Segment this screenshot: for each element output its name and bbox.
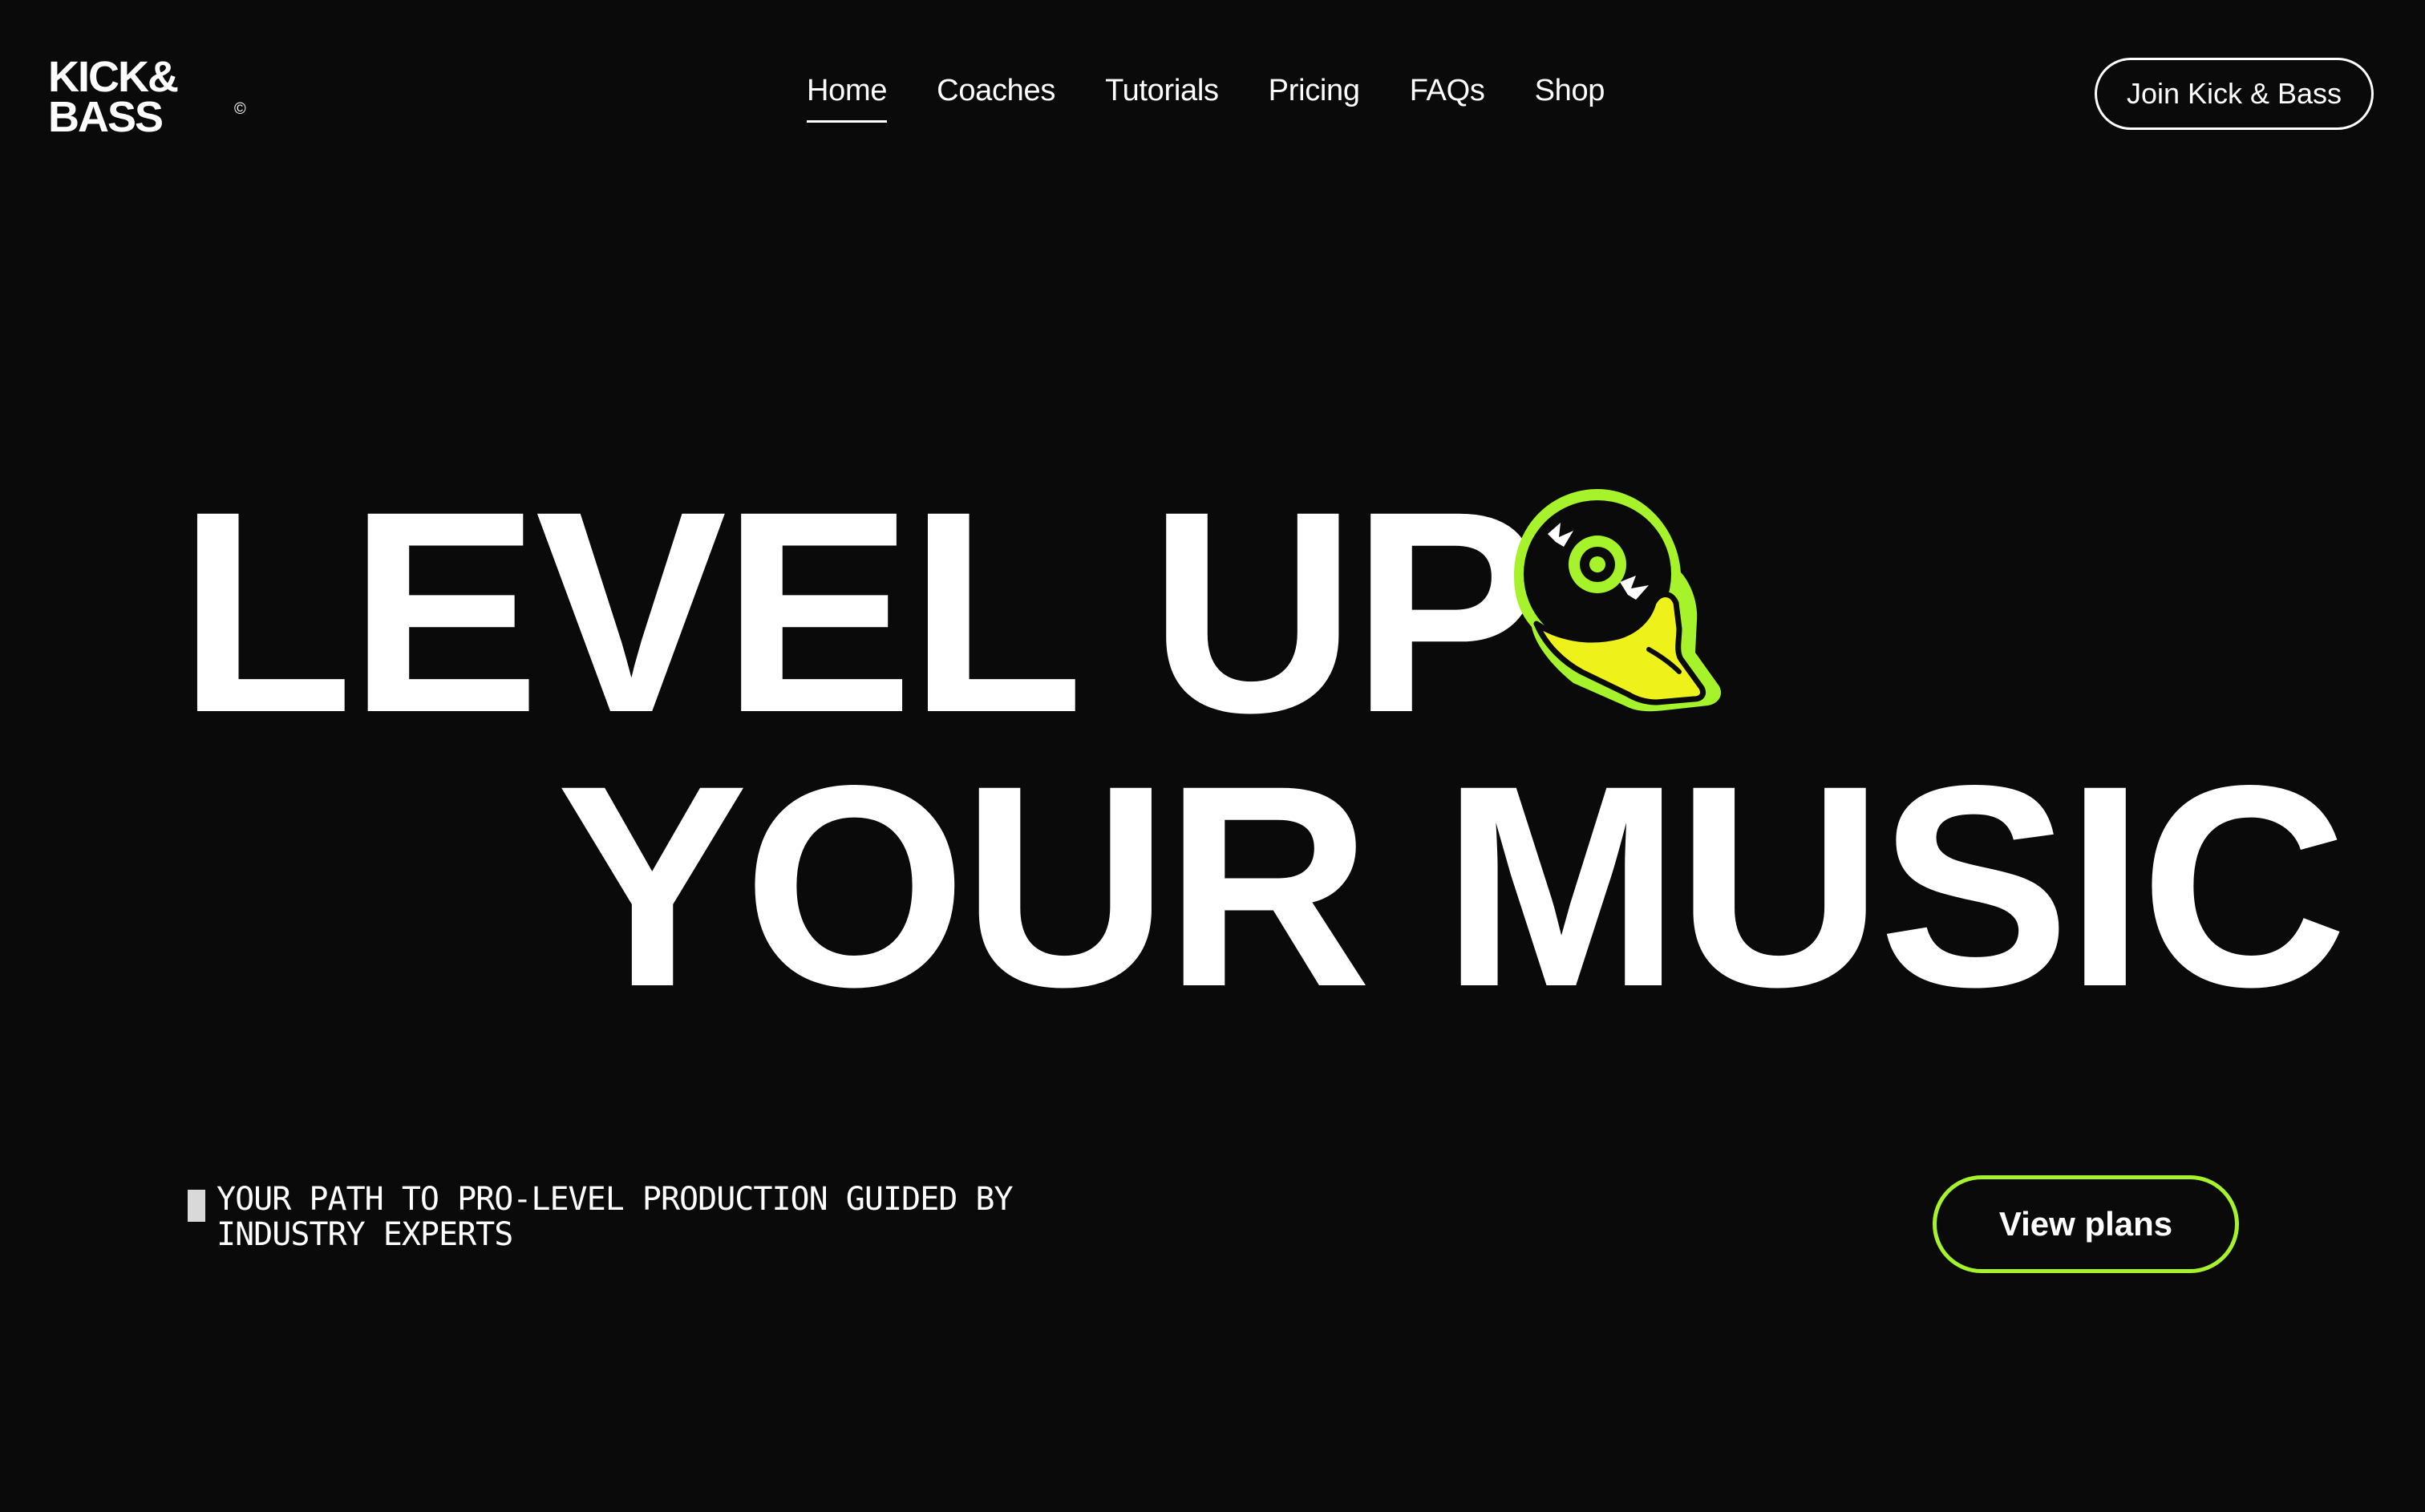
- logo-wordmark: KICK& BASS ©: [48, 55, 246, 136]
- hero-headline-line-1: LEVEL UP: [178, 451, 1543, 772]
- nav-item-faqs[interactable]: FAQs: [1410, 69, 1485, 112]
- hand-holding-vinyl-record-icon: [1508, 486, 1724, 718]
- nav-item-home[interactable]: Home: [807, 69, 887, 123]
- nav-item-coaches[interactable]: Coaches: [937, 69, 1055, 112]
- logo-line-2: BASS: [48, 93, 162, 136]
- join-button[interactable]: Join Kick & Bass: [2095, 58, 2374, 130]
- nav-item-shop[interactable]: Shop: [1535, 69, 1605, 112]
- main-navigation: Home Coaches Tutorials Pricing FAQs Shop: [807, 69, 1605, 125]
- view-plans-button[interactable]: View plans: [1933, 1175, 2239, 1273]
- kick-and-bass-logo[interactable]: KICK& BASS ©: [48, 55, 257, 136]
- nav-item-pricing[interactable]: Pricing: [1269, 69, 1360, 112]
- nav-item-tutorials[interactable]: Tutorials: [1105, 69, 1219, 112]
- hero-tagline: YOUR PATH TO PRO-LEVEL PRODUCTION GUIDED…: [217, 1181, 1014, 1253]
- logo-copyright-mark: ©: [234, 100, 246, 118]
- hero-headline-line-2: YOUR MUSIC: [557, 726, 2347, 1046]
- tagline-marker: [188, 1190, 205, 1222]
